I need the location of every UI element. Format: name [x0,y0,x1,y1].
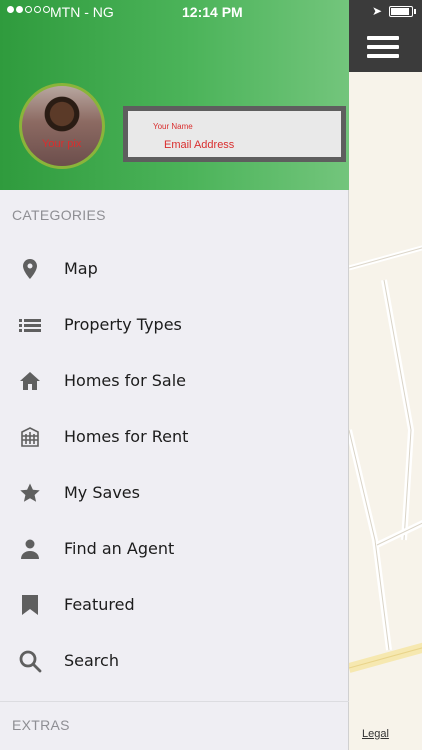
status-bar: MTN - NG 12:14 PM ➤ [0,0,422,24]
profile-email-label: Email Address [164,139,235,151]
menu-item-map[interactable]: Map [0,241,349,297]
menu-item-label: Homes for Rent [64,427,189,446]
menu-item-label: Property Types [64,315,182,334]
star-icon [18,481,42,505]
battery-icon [389,6,413,17]
home-icon [18,369,42,393]
menu-item-search[interactable]: Search [0,633,349,689]
section-divider [0,701,349,702]
map-pin-icon [18,257,42,281]
signal-strength-icon [7,6,50,13]
avatar[interactable]: Your pix [19,83,105,169]
profile-name-label: Your Name [153,122,193,131]
avatar-caption: Your pix [42,138,82,150]
profile-header: Your pix Your Name Email Address [0,0,349,190]
menu-item-label: Featured [64,595,135,614]
menu-item-label: Find an Agent [64,539,175,558]
menu-item-label: Search [64,651,119,670]
location-arrow-icon: ➤ [372,4,383,18]
navigation-drawer: Your pix Your Name Email Address CATEGOR… [0,0,349,750]
categories-section-title: CATEGORIES [12,207,106,223]
hamburger-menu-icon[interactable] [367,36,399,58]
bookmark-icon [18,593,42,617]
profile-info-box[interactable]: Your Name Email Address [123,106,346,162]
menu-item-homes-for-rent[interactable]: Homes for Rent [0,409,349,465]
menu-item-property-types[interactable]: Property Types [0,297,349,353]
menu-item-label: My Saves [64,483,140,502]
menu-item-my-saves[interactable]: My Saves [0,465,349,521]
menu-item-label: Homes for Sale [64,371,187,390]
battery-tip [414,9,416,14]
list-icon [18,313,42,337]
legal-link[interactable]: Legal [362,728,389,740]
status-time: 12:14 PM [182,4,243,20]
menu-item-homes-for-sale[interactable]: Homes for Sale [0,353,349,409]
menu-item-find-agent[interactable]: Find an Agent [0,521,349,577]
person-icon [18,537,42,561]
extras-section-title: EXTRAS [12,717,70,733]
building-icon [18,425,42,449]
carrier-name: MTN - NG [50,4,114,20]
search-icon [18,649,42,673]
menu-item-label: Map [64,259,98,278]
map-roads [349,245,422,673]
map-view[interactable]: Legal [349,0,422,750]
menu-item-featured[interactable]: Featured [0,577,349,633]
